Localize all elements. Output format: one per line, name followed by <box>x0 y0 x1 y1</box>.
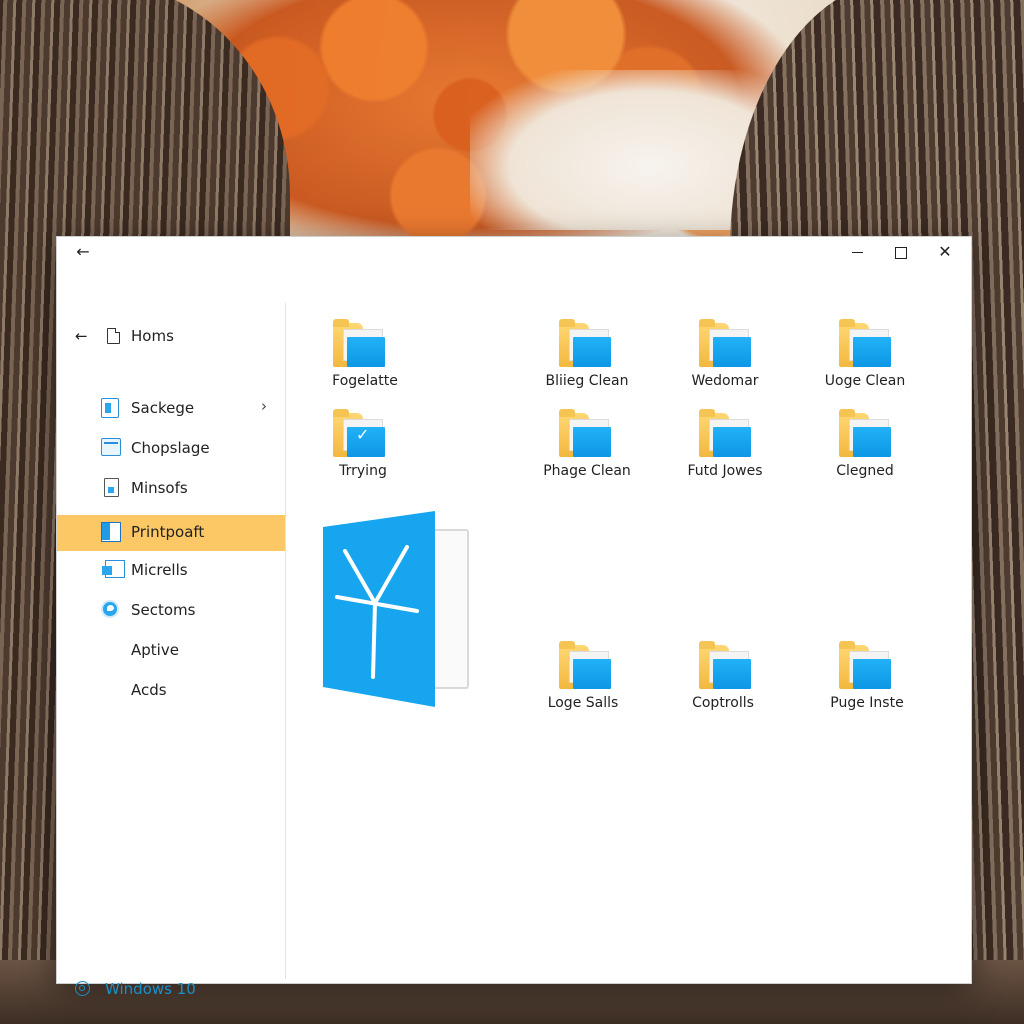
folder-icon <box>559 319 613 367</box>
folder-trrying[interactable]: ✓ Trrying <box>291 407 411 487</box>
folder-icon <box>333 319 387 367</box>
folder-fogelatte[interactable]: Fogelatte <box>291 317 411 397</box>
back-arrow-icon[interactable]: ← <box>71 241 95 263</box>
sidebar: ← Homs Sackege › Chopslage Minsofs Print… <box>57 267 285 998</box>
wallpaper-sky-gap <box>470 70 770 230</box>
sidebar-item-sectoms[interactable]: Sectoms <box>57 593 285 629</box>
sidebar-item-label: Homs <box>131 327 174 345</box>
folder-wedomar[interactable]: Wedomar <box>657 317 777 397</box>
folder-label: Loge Salls <box>547 695 619 711</box>
windows-logo-graphic <box>323 511 435 707</box>
sidebar-item-label: Aptive <box>131 641 179 659</box>
folder-label: Clegned <box>836 463 894 479</box>
folder-icon <box>839 319 893 367</box>
folder-bliieg-clean[interactable]: Bliieg Clean <box>517 317 637 397</box>
folder-phage-clean[interactable]: Phage Clean <box>517 407 637 487</box>
sidebar-item-home[interactable]: ← Homs <box>57 319 285 355</box>
globe-icon <box>101 600 121 620</box>
folder-clegned[interactable]: Clegned <box>797 407 917 487</box>
folder-icon <box>839 409 893 457</box>
sidebar-item-label: Sectoms <box>131 601 196 619</box>
window-icon <box>101 438 121 458</box>
folder-label: Wedomar <box>691 373 759 389</box>
explorer-window: ← ✕ ← Homs Sackege › Chopslage Minsofs P… <box>56 236 972 998</box>
sidebar-item-label: Printpoaft <box>131 523 205 541</box>
folder-label: Trrying <box>339 463 387 479</box>
folder-label: Futd Jowes <box>687 463 763 479</box>
folder-label: Uoge Clean <box>824 373 906 389</box>
monitor-icon <box>101 560 125 580</box>
sidebar-item-label: Sackege <box>131 399 195 417</box>
folder-label: Puge Inste <box>830 695 904 711</box>
sidebar-item-minsofs[interactable]: Minsofs <box>57 471 285 507</box>
sidebar-item-printpoaft[interactable]: Printpoaft <box>57 515 285 551</box>
folder-icon <box>699 319 753 367</box>
folder-label: Fogelatte <box>332 373 398 389</box>
ring-icon <box>75 981 90 996</box>
app-window-icon <box>101 398 121 418</box>
back-arrow-icon[interactable]: ← <box>75 327 88 345</box>
sidebar-item-label: Acds <box>131 681 167 699</box>
folder-label: Bliieg Clean <box>545 373 629 389</box>
maximize-icon[interactable] <box>879 237 923 267</box>
folder-label: Phage Clean <box>543 463 631 479</box>
folder-label: Coptrolls <box>692 695 754 711</box>
folder-grid: Fogelatte Bliieg Clean Wedomar Uoge Clea… <box>287 267 971 981</box>
sidebar-divider <box>285 303 286 979</box>
windows-version-footer[interactable]: Windows 10 <box>57 977 285 1003</box>
folder-loge-salls[interactable]: Loge Salls <box>517 639 637 719</box>
sidebar-item-acds[interactable]: Acds <box>57 673 285 709</box>
folder-icon <box>559 641 613 689</box>
title-bar: ← ✕ <box>57 237 971 267</box>
sidebar-item-sackege[interactable]: Sackege › <box>57 391 285 427</box>
sidebar-item-chopslage[interactable]: Chopslage <box>57 431 285 467</box>
windows-version-label: Windows 10 <box>105 980 196 998</box>
sidebar-item-aptive[interactable]: Aptive <box>57 633 285 669</box>
document-icon <box>101 478 121 498</box>
windows-logo-icon[interactable] <box>323 507 473 707</box>
folder-puge-inste[interactable]: Puge Inste <box>797 639 917 719</box>
folder-icon <box>559 409 613 457</box>
sidebar-item-micrells[interactable]: Micrells <box>57 553 285 589</box>
folder-futd-jowes[interactable]: Futd Jowes <box>657 407 777 487</box>
sidebar-item-label: Micrells <box>131 561 188 579</box>
folder-icon <box>699 641 753 689</box>
close-icon[interactable]: ✕ <box>923 237 967 267</box>
document-icon <box>107 328 120 344</box>
folder-icon <box>839 641 893 689</box>
folder-uoge-clean[interactable]: Uoge Clean <box>797 317 917 397</box>
sidebar-item-label: Chopslage <box>131 439 210 457</box>
folder-icon <box>699 409 753 457</box>
folder-checked-icon: ✓ <box>333 409 387 457</box>
minimize-icon[interactable] <box>835 237 879 267</box>
selected-panel-icon <box>101 522 121 542</box>
sidebar-item-label: Minsofs <box>131 479 188 497</box>
chevron-right-icon[interactable]: › <box>261 397 267 415</box>
folder-coptrolls[interactable]: Coptrolls <box>657 639 777 719</box>
